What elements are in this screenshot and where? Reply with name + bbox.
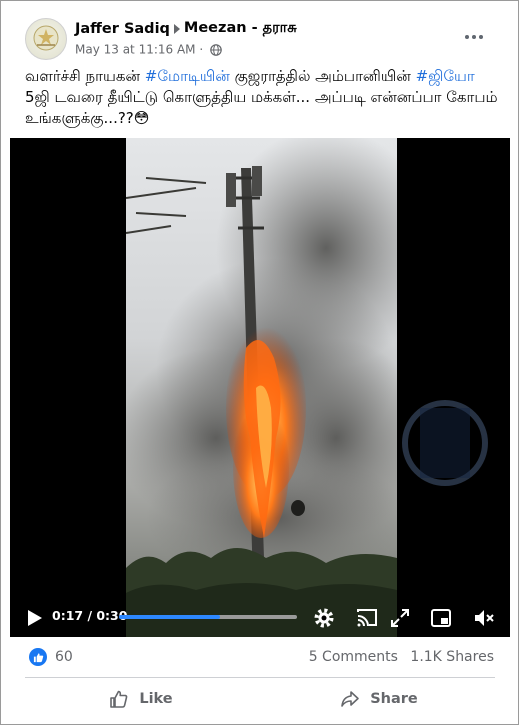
divider	[25, 677, 495, 678]
like-reaction-icon[interactable]	[29, 648, 47, 666]
play-icon[interactable]	[22, 606, 46, 630]
video-time: 0:17 / 0:30	[52, 608, 128, 623]
post-header-title: Jaffer Sadiq Meezan - தராசு	[75, 20, 297, 38]
like-button[interactable]: Like	[25, 681, 257, 717]
video-progress-fill	[119, 615, 221, 619]
group-name[interactable]: Meezan - தராசு	[184, 20, 297, 36]
video-progress-bar[interactable]	[119, 615, 297, 619]
triangle-right-icon	[173, 24, 180, 34]
volume-muted-icon[interactable]	[472, 606, 496, 630]
cast-icon[interactable]	[355, 606, 379, 630]
tower-fire-image	[126, 138, 397, 637]
video-controls: 0:17 / 0:30	[10, 598, 510, 637]
thumbs-up-icon	[110, 690, 128, 708]
post-text: வளர்ச்சி நாயகன் #மோடியின் குஜராத்தில் அம…	[25, 67, 498, 127]
engagement-stats: 5 Comments 1.1K Shares	[309, 649, 494, 665]
like-label: Like	[139, 691, 173, 707]
comments-count[interactable]: 5 Comments	[309, 649, 398, 665]
video-frame	[126, 138, 397, 637]
hashtag-link[interactable]: #ஜியோ	[416, 67, 475, 85]
more-options-icon[interactable]	[459, 25, 489, 49]
watermark-logo	[402, 400, 488, 486]
share-arrow-icon	[341, 691, 360, 707]
video-player[interactable]: 0:17 / 0:30	[10, 138, 510, 637]
separator-dot: ·	[199, 42, 204, 57]
share-button[interactable]: Share	[263, 681, 495, 717]
picture-in-picture-icon[interactable]	[429, 606, 453, 630]
share-label: Share	[370, 691, 418, 707]
post-card: Jaffer Sadiq Meezan - தராசு May 13 at 11:…	[0, 0, 519, 725]
post-timestamp[interactable]: May 13 at 11:16 AM	[75, 43, 196, 57]
globe-icon	[210, 43, 222, 56]
group-avatar[interactable]	[25, 18, 67, 60]
post-meta: May 13 at 11:16 AM ·	[75, 42, 222, 57]
hashtag-link[interactable]: #மோடியின்	[145, 67, 230, 85]
shares-count[interactable]: 1.1K Shares	[410, 649, 494, 665]
settings-gear-icon[interactable]	[312, 606, 336, 630]
author-name[interactable]: Jaffer Sadiq	[75, 21, 170, 37]
reaction-count[interactable]: 60	[55, 649, 73, 665]
fullscreen-icon[interactable]	[388, 606, 412, 630]
group-logo-icon	[33, 25, 59, 51]
